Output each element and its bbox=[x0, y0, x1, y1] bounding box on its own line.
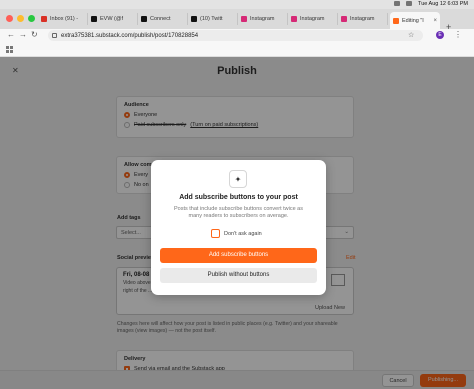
browser-tab-active[interactable]: Editing "I × bbox=[390, 12, 440, 29]
dont-ask-checkbox[interactable] bbox=[211, 229, 220, 238]
instagram-icon bbox=[341, 16, 347, 22]
browser-toolbar: ← → ↻ extra375381.substack.com/publish/p… bbox=[0, 29, 474, 42]
back-icon[interactable]: ← bbox=[7, 30, 15, 39]
tab-label: Instagram bbox=[250, 16, 275, 22]
browser-tab[interactable]: Instagram bbox=[338, 13, 388, 25]
instagram-icon bbox=[291, 16, 297, 22]
menu-bar-status: Tue Aug 12 6:03 PM bbox=[394, 1, 468, 7]
profile-avatar[interactable]: E bbox=[436, 31, 444, 39]
window-controls bbox=[6, 15, 35, 22]
clock-label[interactable]: Tue Aug 12 6:03 PM bbox=[418, 1, 468, 7]
browser-tab[interactable]: Connect bbox=[138, 13, 188, 25]
address-bar[interactable]: extra375381.substack.com/publish/post/17… bbox=[48, 30, 423, 41]
subscribe-buttons-dialog: ✦ Add subscribe buttons to your post Pos… bbox=[151, 160, 326, 295]
gmail-icon bbox=[41, 16, 47, 22]
substack-icon bbox=[393, 17, 399, 24]
browser-tab[interactable]: Instagram bbox=[238, 13, 288, 25]
dialog-title: Add subscribe buttons to your post bbox=[179, 194, 298, 201]
close-window-button[interactable] bbox=[6, 15, 13, 22]
instagram-icon bbox=[241, 16, 247, 22]
x-icon bbox=[191, 16, 197, 22]
tab-label: EVW (@f bbox=[100, 16, 123, 22]
control-center-icon[interactable] bbox=[394, 1, 401, 6]
forward-icon[interactable]: → bbox=[19, 30, 27, 39]
tab-label: Editing "I bbox=[402, 17, 424, 24]
x-icon bbox=[91, 16, 97, 22]
bookmark-star-icon[interactable]: ☆ bbox=[408, 31, 414, 39]
tab-label: Instagram bbox=[350, 16, 375, 22]
apps-grid-icon[interactable] bbox=[6, 46, 13, 53]
browser-tab[interactable]: (10) Twitt bbox=[188, 13, 238, 25]
browser-tab[interactable]: Inbox (91) - bbox=[38, 13, 88, 25]
add-subscribe-buttons-button[interactable]: Add subscribe buttons bbox=[160, 248, 317, 263]
more-menu-icon[interactable]: ⋮ bbox=[454, 30, 462, 39]
tab-label: (10) Twitt bbox=[200, 16, 223, 22]
browser-tab[interactable]: EVW (@f bbox=[88, 13, 138, 25]
tab-strip: Inbox (91) - EVW (@f Connect (10) Twitt … bbox=[0, 9, 474, 32]
dont-ask-again-row[interactable]: Don't ask again bbox=[211, 229, 262, 238]
x-icon bbox=[141, 16, 147, 22]
tab-label: Inbox (91) - bbox=[50, 16, 79, 22]
tab-label: Instagram bbox=[300, 16, 325, 22]
bookmarks-bar bbox=[0, 42, 474, 57]
minimize-window-button[interactable] bbox=[17, 15, 24, 22]
wifi-icon[interactable] bbox=[406, 1, 413, 6]
sparkle-cursor-icon: ✦ bbox=[229, 170, 247, 188]
publish-without-buttons-button[interactable]: Publish without buttons bbox=[160, 268, 317, 283]
close-tab-icon[interactable]: × bbox=[433, 18, 437, 24]
tab-label: Connect bbox=[150, 16, 171, 22]
dont-ask-label: Don't ask again bbox=[224, 230, 262, 237]
menu-bar: Tue Aug 12 6:03 PM bbox=[0, 0, 474, 9]
reload-icon[interactable]: ↻ bbox=[31, 30, 38, 39]
dialog-body: Posts that include subscribe buttons con… bbox=[173, 206, 303, 219]
browser-tab[interactable]: Instagram bbox=[288, 13, 338, 25]
url-text: extra375381.substack.com/publish/post/17… bbox=[61, 32, 199, 39]
site-info-icon[interactable] bbox=[52, 33, 57, 38]
zoom-window-button[interactable] bbox=[28, 15, 35, 22]
